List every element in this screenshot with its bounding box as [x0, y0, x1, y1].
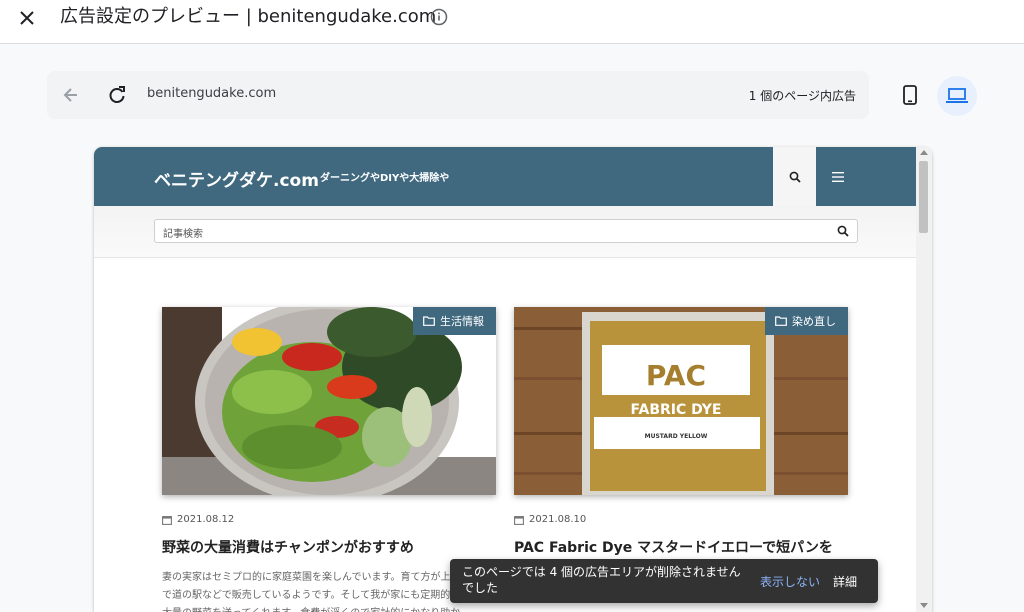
ads-count-label: 1 個のページ内広告 — [748, 89, 856, 103]
dialog-title: 広告設定のプレビュー | benitengudake.com — [60, 6, 437, 27]
details-button[interactable]: 詳細 — [833, 573, 857, 590]
url-text: benitengudake.com — [147, 86, 277, 101]
preview-area: benitengudake.com 1 個のページ内広告 ベニテングダケ.com… — [0, 44, 1024, 612]
post-category-badge[interactable]: 染め直し — [765, 307, 848, 335]
folder-icon — [775, 316, 787, 326]
url-bar: benitengudake.com 1 個のページ内広告 — [47, 71, 869, 119]
scroll-thumb[interactable] — [919, 161, 928, 233]
package-subtitle: FABRIC DYE — [631, 402, 722, 418]
post-date-text: 2021.08.10 — [529, 514, 587, 525]
reload-icon — [109, 86, 125, 103]
site-logo[interactable]: ベニテングダケ.com — [154, 166, 319, 191]
post-category-badge[interactable]: 生活情報 — [413, 307, 496, 335]
dialog-header: 広告設定のプレビュー | benitengudake.com — [0, 0, 1024, 44]
close-button[interactable] — [14, 5, 40, 31]
post-excerpt: 妻の実家はセミプロ的に家庭菜園を楽しんでいます。育て方が上手で道の駅などで販売し… — [162, 572, 461, 612]
package-color-name: MUSTARD YELLOW — [645, 433, 708, 440]
package-title: PAC — [646, 359, 706, 392]
smartphone-icon — [903, 85, 917, 105]
info-button[interactable] — [430, 8, 448, 26]
site-search-band: 記事検索 — [94, 206, 916, 258]
header-menu-button[interactable] — [816, 147, 859, 206]
scroll-down-arrow[interactable] — [920, 603, 928, 608]
snackbar: このページでは 4 個の広告エリアが削除されませんでした 表示しない 詳細 — [450, 559, 878, 603]
hide-button[interactable]: 表示しない — [760, 573, 820, 590]
post-title[interactable]: PAC Fabric Dye マスタードイエローで短パンを — [514, 537, 833, 557]
post-date-text: 2021.08.12 — [177, 514, 235, 525]
post-date: 2021.08.12 — [162, 514, 234, 525]
hamburger-icon — [831, 171, 844, 182]
calendar-icon — [162, 515, 172, 525]
site-tagline: ダーニングやDIYや大掃除や — [320, 173, 450, 184]
post-thumbnail[interactable]: 生活情報 — [162, 307, 496, 495]
folder-icon — [423, 316, 435, 326]
close-icon — [20, 11, 34, 25]
info-icon — [430, 8, 448, 26]
back-button[interactable] — [59, 83, 83, 107]
calendar-icon — [514, 515, 524, 525]
post-title[interactable]: 野菜の大量消費はチャンポンがおすすめ — [162, 537, 414, 557]
laptop-icon — [946, 88, 968, 103]
mobile-view-button[interactable] — [897, 77, 923, 113]
header-search-button[interactable] — [773, 147, 816, 206]
preview-scrollbar[interactable] — [916, 147, 932, 612]
site-preview: ベニテングダケ.com ダーニングやDIYや大掃除や 記事検索 生活情報 202… — [94, 147, 932, 612]
post-date: 2021.08.10 — [514, 514, 586, 525]
site-header: ベニテングダケ.com ダーニングやDIYや大掃除や — [94, 147, 916, 206]
reload-button[interactable] — [105, 83, 129, 107]
post-category-label: 生活情報 — [440, 315, 484, 328]
snackbar-message: このページでは 4 個の広告エリアが削除されませんでした — [462, 565, 741, 595]
dye-package-image: PAC FABRIC DYE MUSTARD YELLOW — [514, 307, 848, 495]
site-search-input[interactable]: 記事検索 — [154, 219, 858, 243]
arrow-left-icon — [63, 88, 77, 102]
post-category-label: 染め直し — [792, 315, 836, 328]
search-icon[interactable] — [837, 225, 849, 237]
vegetables-image — [162, 307, 496, 495]
post-thumbnail[interactable]: PAC FABRIC DYE MUSTARD YELLOW 染め直し — [514, 307, 848, 495]
scroll-up-arrow[interactable] — [920, 150, 928, 155]
site-search-placeholder: 記事検索 — [163, 229, 203, 240]
desktop-view-button[interactable] — [937, 76, 977, 116]
search-icon — [789, 171, 801, 183]
